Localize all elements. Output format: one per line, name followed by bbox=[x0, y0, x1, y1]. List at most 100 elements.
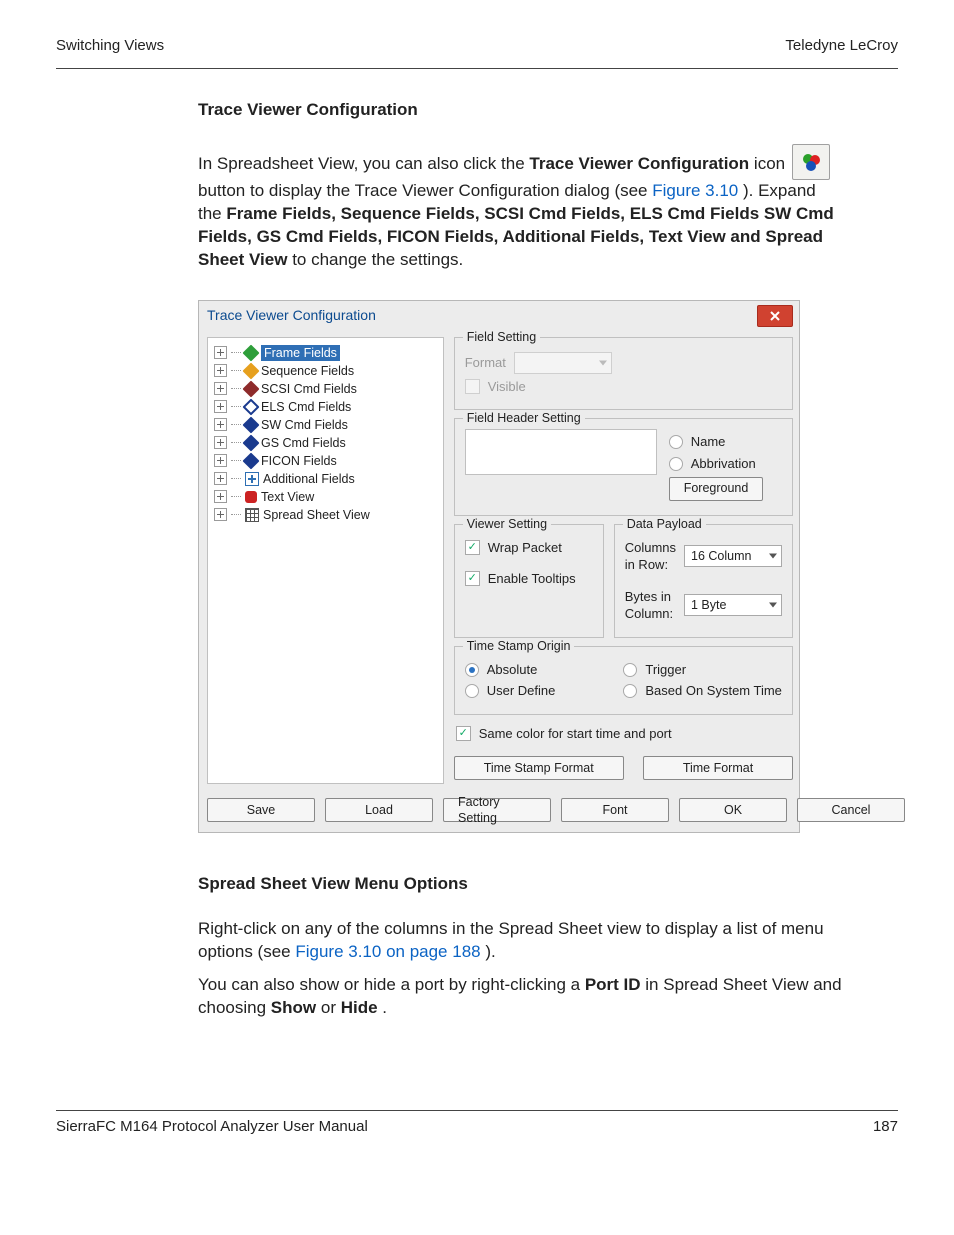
tree-item-spreadsheet-view[interactable]: Spread Sheet View bbox=[214, 506, 437, 524]
expand-icon[interactable] bbox=[214, 472, 227, 485]
font-button[interactable]: Font bbox=[561, 798, 669, 822]
expand-icon[interactable] bbox=[214, 400, 227, 413]
radio-absolute[interactable] bbox=[465, 663, 479, 677]
tree-label: ELS Cmd Fields bbox=[261, 399, 351, 416]
diamond-icon bbox=[243, 416, 260, 433]
grid-icon bbox=[245, 508, 259, 522]
diamond-icon bbox=[243, 434, 260, 451]
group-field-header-setting: Field Header Setting Name Abbrivation Fo… bbox=[454, 418, 793, 515]
tree-label: Text View bbox=[261, 489, 314, 506]
same-color-checkbox[interactable]: ✓ bbox=[456, 726, 471, 741]
dialog-button-bar: Save Load Factory Setting Font OK Cancel bbox=[199, 790, 799, 832]
tree-item-sw-cmd-fields[interactable]: SW Cmd Fields bbox=[214, 416, 437, 434]
header-preview-swatch bbox=[465, 429, 657, 475]
group-data-payload: Data Payload Columns in Row: 16 Column B… bbox=[614, 524, 793, 638]
legend: Data Payload bbox=[623, 516, 706, 533]
tree-label: FICON Fields bbox=[261, 453, 337, 470]
legend: Viewer Setting bbox=[463, 516, 551, 533]
trace-viewer-config-dialog: Trace Viewer Configuration Frame Fields bbox=[198, 300, 800, 833]
columns-in-row-combo[interactable]: 16 Column bbox=[684, 545, 782, 567]
paragraph-ssv-2: You can also show or hide a port by righ… bbox=[198, 974, 842, 1020]
trace-viewer-config-icon bbox=[792, 144, 830, 180]
group-time-stamp-origin: Time Stamp Origin Absolute User Define T… bbox=[454, 646, 793, 715]
link-figure-3-10[interactable]: Figure 3.10 bbox=[652, 181, 738, 200]
enable-tooltips-checkbox[interactable]: ✓ bbox=[465, 571, 480, 586]
running-head-left: Switching Views bbox=[56, 36, 164, 56]
paragraph-ssv-1: Right-click on any of the columns in the… bbox=[198, 918, 842, 964]
visible-label: Visible bbox=[488, 378, 526, 396]
dialog-title: Trace Viewer Configuration bbox=[207, 306, 376, 325]
footer-left: SierraFC M164 Protocol Analyzer User Man… bbox=[56, 1117, 368, 1137]
tree-item-text-view[interactable]: Text View bbox=[214, 488, 437, 506]
tree-label: GS Cmd Fields bbox=[261, 435, 346, 452]
expand-icon[interactable] bbox=[214, 418, 227, 431]
expand-icon[interactable] bbox=[214, 364, 227, 377]
radio-trigger[interactable] bbox=[623, 663, 637, 677]
tree-item-gs-cmd-fields[interactable]: GS Cmd Fields bbox=[214, 434, 437, 452]
ok-button[interactable]: OK bbox=[679, 798, 787, 822]
tree-label: Sequence Fields bbox=[261, 363, 354, 380]
link-figure-3-10-p188[interactable]: Figure 3.10 on page 188 bbox=[295, 942, 480, 961]
diamond-icon bbox=[243, 380, 260, 397]
tree-label: Frame Fields bbox=[261, 345, 340, 362]
diamond-icon bbox=[243, 362, 260, 379]
radio-based-on-system-time[interactable] bbox=[623, 684, 637, 698]
bytes-in-column-label: Bytes in Column: bbox=[625, 588, 676, 623]
load-button[interactable]: Load bbox=[325, 798, 433, 822]
format-label: Format bbox=[465, 354, 506, 372]
chevron-down-icon bbox=[599, 360, 607, 365]
save-button[interactable]: Save bbox=[207, 798, 315, 822]
cancel-button[interactable]: Cancel bbox=[797, 798, 905, 822]
paragraph-trace-viewer: In Spreadsheet View, you can also click … bbox=[198, 144, 842, 272]
diamond-icon bbox=[243, 452, 260, 469]
tree-item-sequence-fields[interactable]: Sequence Fields bbox=[214, 362, 437, 380]
diamond-icon bbox=[243, 344, 260, 361]
diamond-icon bbox=[243, 398, 260, 415]
radio-name[interactable] bbox=[669, 435, 683, 449]
section-title-spreadsheet-menu: Spread Sheet View Menu Options bbox=[198, 873, 842, 896]
tree-item-els-cmd-fields[interactable]: ELS Cmd Fields bbox=[214, 398, 437, 416]
legend: Field Header Setting bbox=[463, 410, 585, 427]
expand-icon[interactable] bbox=[214, 490, 227, 503]
running-head-right: Teledyne LeCroy bbox=[785, 36, 898, 56]
rule bbox=[56, 68, 898, 69]
tree-label: SW Cmd Fields bbox=[261, 417, 348, 434]
chevron-down-icon bbox=[769, 603, 777, 608]
legend: Field Setting bbox=[463, 329, 540, 346]
format-combo bbox=[514, 352, 612, 374]
tree-label: Spread Sheet View bbox=[263, 507, 370, 524]
expand-icon[interactable] bbox=[214, 436, 227, 449]
bytes-in-column-combo[interactable]: 1 Byte bbox=[684, 594, 782, 616]
expand-icon[interactable] bbox=[214, 382, 227, 395]
section-title-trace-viewer-config: Trace Viewer Configuration bbox=[198, 99, 842, 122]
close-button[interactable] bbox=[757, 305, 793, 327]
expand-icon[interactable] bbox=[214, 454, 227, 467]
tree-item-frame-fields[interactable]: Frame Fields bbox=[214, 344, 437, 362]
foreground-button[interactable]: Foreground bbox=[669, 477, 764, 501]
footer-page-number: 187 bbox=[873, 1117, 898, 1137]
palette-icon bbox=[245, 491, 257, 503]
tree-label: Additional Fields bbox=[263, 471, 355, 488]
close-icon bbox=[769, 311, 781, 321]
factory-setting-button[interactable]: Factory Setting bbox=[443, 798, 551, 822]
radio-user-define[interactable] bbox=[465, 684, 479, 698]
time-stamp-format-button[interactable]: Time Stamp Format bbox=[454, 756, 624, 780]
legend: Time Stamp Origin bbox=[463, 638, 575, 655]
time-format-button[interactable]: Time Format bbox=[643, 756, 793, 780]
visible-checkbox bbox=[465, 379, 480, 394]
group-viewer-setting: Viewer Setting ✓Wrap Packet ✓Enable Tool… bbox=[454, 524, 604, 638]
same-color-label: Same color for start time and port bbox=[479, 725, 672, 743]
tree-item-ficon-fields[interactable]: FICON Fields bbox=[214, 452, 437, 470]
tree-label: SCSI Cmd Fields bbox=[261, 381, 357, 398]
chevron-down-icon bbox=[769, 554, 777, 559]
wrap-packet-checkbox[interactable]: ✓ bbox=[465, 540, 480, 555]
expand-icon[interactable] bbox=[214, 346, 227, 359]
plus-icon bbox=[245, 472, 259, 486]
group-field-setting: Field Setting Format Visible bbox=[454, 337, 793, 411]
fields-tree[interactable]: Frame Fields Sequence Fields SCSI Cmd Fi… bbox=[207, 337, 444, 784]
tree-item-scsi-cmd-fields[interactable]: SCSI Cmd Fields bbox=[214, 380, 437, 398]
tree-item-additional-fields[interactable]: Additional Fields bbox=[214, 470, 437, 488]
radio-abbreviation[interactable] bbox=[669, 457, 683, 471]
columns-in-row-label: Columns in Row: bbox=[625, 539, 676, 574]
expand-icon[interactable] bbox=[214, 508, 227, 521]
